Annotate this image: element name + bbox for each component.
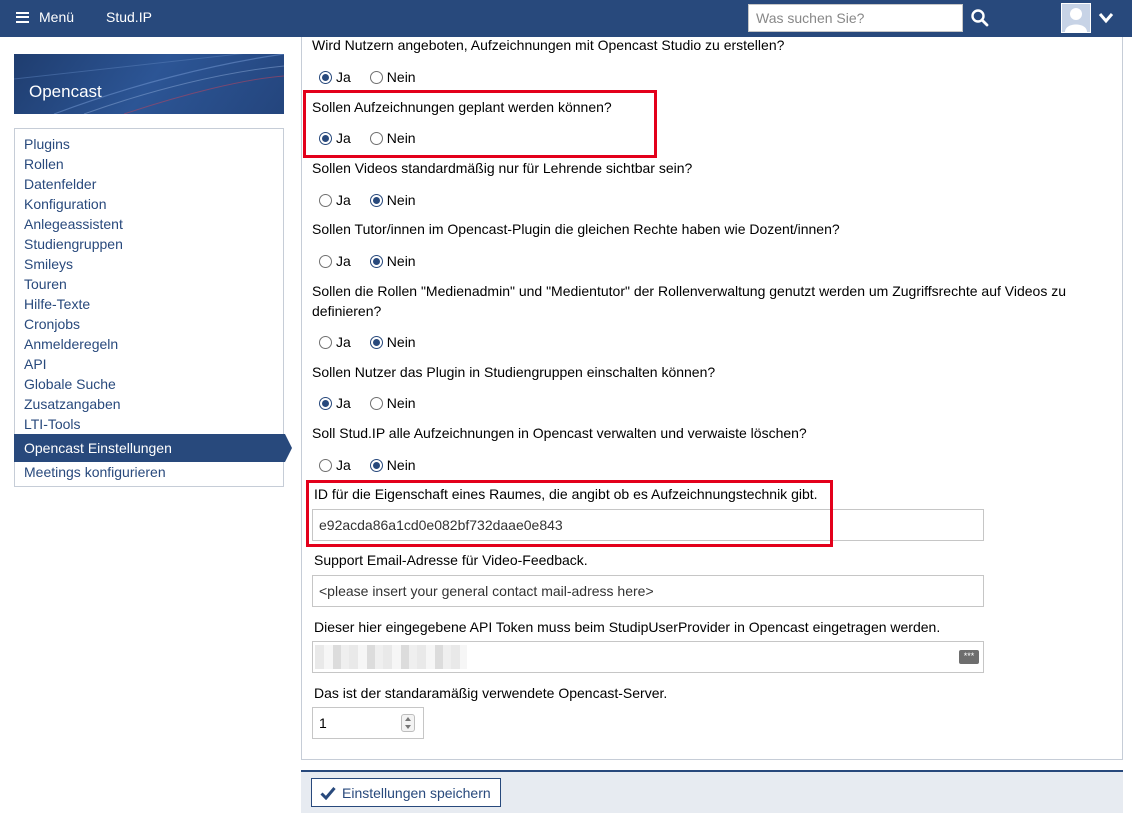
top-navigation-bar: Menü Stud.IP — [0, 0, 1132, 37]
sidebar-item-studiengruppen[interactable]: Studiengruppen — [15, 234, 283, 254]
radio-button[interactable] — [369, 254, 383, 268]
chevron-down-icon[interactable] — [1098, 11, 1114, 25]
radio-label-yes: Ja — [336, 192, 351, 208]
search-icon[interactable] — [970, 8, 990, 28]
hamburger-icon — [16, 11, 29, 23]
radio-button[interactable] — [319, 70, 332, 84]
sidebar-item-touren[interactable]: Touren — [15, 274, 283, 294]
support-email-input[interactable] — [312, 575, 984, 607]
question-studio-label: Wird Nutzern angeboten, Aufzeichnungen m… — [312, 37, 785, 53]
user-avatar-icon[interactable] — [1061, 3, 1091, 33]
radio-label-no: Nein — [386, 69, 416, 85]
question-manage-recordings-yes[interactable]: Ja — [319, 457, 351, 473]
question-manage-recordings-options: Ja Nein — [319, 457, 435, 473]
radio-button[interactable] — [319, 335, 332, 349]
sidebar-item-meetings-konfigurieren[interactable]: Meetings konfigurieren — [15, 462, 283, 482]
checkmark-icon — [320, 786, 336, 800]
question-manage-recordings-label: Soll Stud.IP alle Aufzeichnungen in Open… — [312, 425, 807, 441]
radio-label-yes: Ja — [336, 334, 351, 350]
radio-label-yes: Ja — [336, 457, 351, 473]
save-settings-button[interactable]: Einstellungen speichern — [311, 778, 501, 807]
sidebar-item-rollen[interactable]: Rollen — [15, 154, 283, 174]
sidebar-item-api[interactable]: API — [15, 354, 283, 374]
radio-label-no: Nein — [386, 457, 416, 473]
question-visibility-label: Sollen Videos standardmäßig nur für Lehr… — [312, 160, 693, 176]
sidebar-item-opencast-einstellungen[interactable]: Opencast Einstellungen — [14, 434, 292, 462]
question-studygroups-options: Ja Nein — [319, 395, 435, 411]
sidebar-item-zusatzangaben[interactable]: Zusatzangaben — [15, 394, 283, 414]
question-visibility-yes[interactable]: Ja — [319, 192, 351, 208]
question-studygroups-label: Sollen Nutzer das Plugin in Studiengrupp… — [312, 364, 716, 380]
radio-label-yes: Ja — [336, 253, 351, 269]
api-token-label: Dieser hier eingegebene API Token muss b… — [314, 619, 941, 635]
question-studio-options: Ja Nein — [319, 69, 435, 85]
spinner-arrows-icon[interactable] — [401, 714, 415, 732]
sidebar-title: Opencast — [29, 82, 102, 101]
default-server-value: 1 — [319, 715, 327, 731]
question-media-roles-no[interactable]: Nein — [369, 334, 416, 350]
save-settings-label: Einstellungen speichern — [342, 784, 491, 801]
sidebar-item-hilfe-texte[interactable]: Hilfe-Texte — [15, 294, 283, 314]
radio-label-no: Nein — [386, 192, 416, 208]
highlight-box-scheduling — [303, 90, 657, 158]
sidebar-item-globale-suche[interactable]: Globale Suche — [15, 374, 283, 394]
question-studio-no[interactable]: Nein — [369, 69, 416, 85]
brand-link[interactable]: Stud.IP — [106, 9, 152, 25]
api-token-input[interactable]: *** — [312, 641, 984, 673]
main-menu-label: Menü — [39, 9, 75, 25]
radio-label-no: Nein — [386, 395, 416, 411]
support-email-label: Support Email-Adresse für Video-Feedback… — [314, 552, 588, 568]
default-server-input[interactable]: 1 — [312, 707, 424, 739]
question-tutor-rights-no[interactable]: Nein — [369, 253, 416, 269]
sidebar-item-anmelderegeln[interactable]: Anmelderegeln — [15, 334, 283, 354]
question-visibility-options: Ja Nein — [319, 192, 435, 208]
radio-button[interactable] — [319, 458, 332, 472]
radio-label-no: Nein — [386, 253, 416, 269]
question-studio-yes[interactable]: Ja — [319, 69, 351, 85]
radio-button[interactable] — [369, 193, 383, 207]
radio-label-yes: Ja — [336, 69, 351, 85]
main-menu-button[interactable]: Menü — [16, 9, 74, 25]
question-tutor-rights-options: Ja Nein — [319, 253, 435, 269]
search-input[interactable] — [748, 4, 963, 32]
question-tutor-rights-label: Sollen Tutor/innen im Opencast-Plugin di… — [312, 221, 840, 237]
radio-button[interactable] — [319, 193, 332, 207]
question-studygroups-yes[interactable]: Ja — [319, 395, 351, 411]
radio-button[interactable] — [369, 70, 383, 84]
redacted-token — [315, 645, 467, 669]
question-media-roles-label: Sollen die Rollen "Medienadmin" und "Med… — [312, 283, 1067, 319]
sidebar-item-cronjobs[interactable]: Cronjobs — [15, 314, 283, 334]
form-footer: Einstellungen speichern — [301, 770, 1123, 813]
question-visibility-no[interactable]: Nein — [369, 192, 416, 208]
default-server-label: Das ist der standaramäßig verwendete Ope… — [314, 685, 668, 701]
question-media-roles-yes[interactable]: Ja — [319, 334, 351, 350]
sidebar-item-smileys[interactable]: Smileys — [15, 254, 283, 274]
question-tutor-rights-yes[interactable]: Ja — [319, 253, 351, 269]
radio-label-no: Nein — [386, 334, 416, 350]
radio-button[interactable] — [319, 254, 332, 268]
question-media-roles-options: Ja Nein — [319, 334, 435, 350]
sidebar-item-datenfelder[interactable]: Datenfelder — [15, 174, 283, 194]
radio-button[interactable] — [369, 335, 383, 349]
radio-button[interactable] — [369, 458, 383, 472]
sidebar-item-anlegeassistent[interactable]: Anlegeassistent — [15, 214, 283, 234]
radio-button[interactable] — [319, 396, 332, 410]
radio-label-yes: Ja — [336, 395, 351, 411]
sidebar-item-lti-tools[interactable]: LTI-Tools — [15, 414, 283, 434]
highlight-box-room-id — [306, 480, 833, 547]
sidebar-header: Opencast — [14, 54, 284, 114]
radio-button[interactable] — [369, 396, 383, 410]
password-icon[interactable]: *** — [959, 650, 979, 664]
question-manage-recordings-no[interactable]: Nein — [369, 457, 416, 473]
sidebar-item-plugins[interactable]: Plugins — [15, 134, 283, 154]
sidebar-navigation: Plugins Rollen Datenfelder Konfiguration… — [14, 128, 292, 487]
question-studygroups-no[interactable]: Nein — [369, 395, 416, 411]
sidebar-item-konfiguration[interactable]: Konfiguration — [15, 194, 283, 214]
